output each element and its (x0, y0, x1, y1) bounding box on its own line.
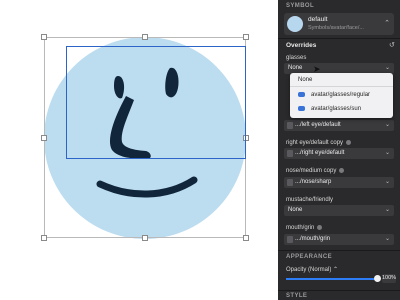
symbol-section-header: SYMBOL (286, 3, 315, 9)
resize-handle-bottom[interactable] (142, 235, 148, 241)
symbol-thumb-icon (287, 150, 293, 157)
option-label: avatar/glasses/regular (311, 92, 371, 98)
symbol-name: default (308, 16, 328, 23)
chevron-down-icon: ⌄ (384, 65, 390, 71)
option-label: avatar/glasses/sun (311, 106, 362, 112)
override-select-left-eye[interactable]: .../left eye/default ⌄ (284, 120, 394, 131)
override-value: None (288, 65, 303, 71)
dropdown-option-glasses-sun[interactable]: avatar/glasses/sun (290, 103, 393, 115)
override-label-mustache: mustache/friendly (286, 197, 334, 203)
override-label-nose: nose/medium copy (286, 168, 345, 175)
override-select-mouth[interactable]: .../mouth/grin ⌄ (284, 234, 394, 245)
opacity-slider-knob[interactable] (374, 275, 381, 282)
override-select-nose[interactable]: .../nose/sharp ⌄ (284, 177, 394, 188)
chevron-down-icon: ⌄ (384, 179, 390, 185)
dropdown-option-none[interactable]: None (290, 74, 393, 86)
resize-handle-top-left[interactable] (41, 34, 47, 40)
mouse-cursor-icon: ➤ (313, 64, 321, 74)
opacity-label: Opacity (Normal) ⌃ (286, 266, 338, 273)
style-section-header: STYLE (286, 293, 308, 299)
link-icon (317, 225, 323, 230)
divider (278, 290, 400, 291)
override-label-glasses: glasses (286, 55, 307, 61)
canvas[interactable] (0, 0, 278, 300)
label-text: nose/medium copy (286, 168, 337, 175)
glasses-dropdown-menu: None avatar/glasses/regular avatar/glass… (290, 73, 393, 118)
overrides-title: Overrides (286, 42, 317, 49)
override-value: .../mouth/grin (295, 236, 331, 242)
override-value: .../right eye/default (295, 150, 345, 156)
label-text: right eye/default copy (286, 140, 344, 147)
resize-handle-top[interactable] (142, 34, 148, 40)
override-label-right-eye: right eye/default copy (286, 140, 352, 147)
chevron-down-icon: ⌄ (384, 236, 390, 242)
override-select-right-eye[interactable]: .../right eye/default ⌄ (284, 148, 394, 159)
dropdown-divider (290, 86, 393, 87)
resize-handle-bottom-left[interactable] (41, 235, 47, 241)
resize-handle-bottom-right[interactable] (243, 235, 249, 241)
override-select-mustache[interactable]: None ⌄ (284, 205, 394, 216)
chevron-updown-icon: ⌃ (384, 20, 390, 27)
override-value: .../nose/sharp (295, 179, 332, 185)
opacity-slider[interactable] (286, 275, 381, 282)
symbol-path: Symbols/avatar/face/... (308, 25, 364, 31)
chevron-down-icon: ⌄ (384, 122, 390, 128)
symbol-thumbnail-icon (287, 16, 303, 32)
chevron-down-icon: ⌄ (384, 150, 390, 156)
glasses-symbol-icon (298, 92, 305, 97)
link-icon (339, 168, 345, 173)
override-highlight-box (66, 46, 246, 159)
opacity-label-text: Opacity (Normal) (286, 267, 332, 273)
override-value: None (288, 207, 303, 213)
opacity-slider-fill (286, 278, 378, 280)
divider (278, 38, 400, 39)
chevron-down-icon: ⌄ (384, 207, 390, 213)
divider (278, 250, 400, 251)
symbol-thumb-icon (287, 236, 293, 243)
opacity-value-field[interactable]: 100% (382, 274, 396, 283)
override-label-mouth: mouth/grin (286, 225, 323, 232)
appearance-section-header: APPEARANCE (286, 254, 333, 260)
reset-overrides-icon[interactable]: ↺ (389, 41, 395, 49)
glasses-symbol-icon (298, 106, 305, 111)
chevron-updown-icon: ⌃ (333, 267, 339, 273)
inspector-panel: SYMBOL default Symbols/avatar/face/... ⌃… (278, 0, 400, 300)
symbol-thumb-icon (287, 179, 293, 186)
resize-handle-top-right[interactable] (243, 34, 249, 40)
link-icon (346, 140, 352, 145)
resize-handle-left[interactable] (41, 135, 47, 141)
symbol-selector[interactable]: default Symbols/avatar/face/... ⌃ (284, 13, 394, 35)
symbol-thumb-icon (287, 122, 293, 129)
label-text: mouth/grin (286, 225, 315, 232)
option-label: None (298, 77, 313, 83)
override-value: .../left eye/default (295, 122, 341, 128)
dropdown-option-glasses-regular[interactable]: avatar/glasses/regular (290, 89, 393, 101)
